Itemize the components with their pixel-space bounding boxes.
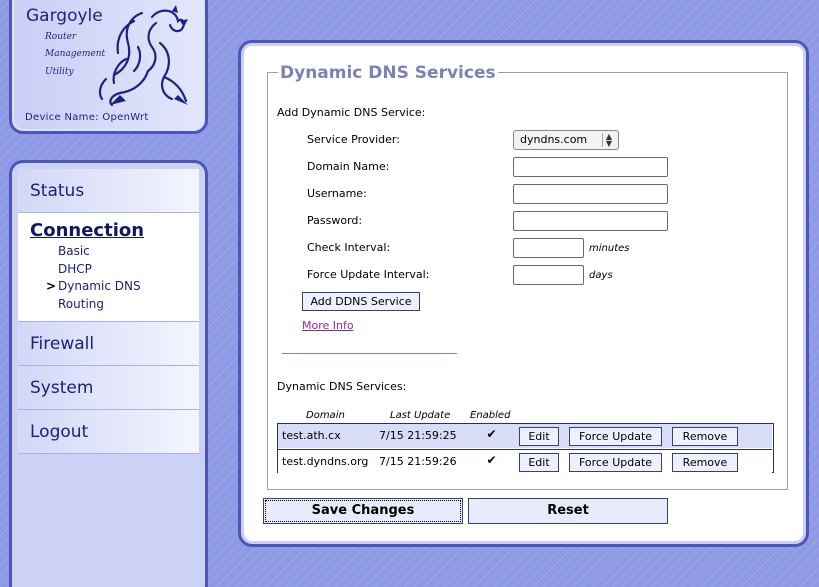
save-changes-button[interactable]: Save Changes bbox=[263, 498, 463, 524]
provider-select-value: dyndns.com bbox=[520, 133, 588, 146]
row-domain: test.ath.cx bbox=[282, 429, 341, 442]
nav-subitem-dynamic-dns[interactable]: Dynamic DNS bbox=[30, 278, 199, 296]
row-domain: test.dyndns.org bbox=[282, 455, 369, 468]
main-content-panel: Add Dynamic DNS Service: Service Provide… bbox=[238, 40, 809, 547]
more-info-link[interactable]: More Info bbox=[302, 319, 354, 332]
table-row: test.ath.cx 7/15 21:59:25 ✔ Edit Force U… bbox=[278, 424, 772, 448]
add-ddns-service-button[interactable]: Add DDNS Service bbox=[302, 292, 420, 311]
remove-button[interactable]: Remove bbox=[672, 427, 738, 446]
password-label: Password: bbox=[307, 214, 363, 227]
nav-subitem-basic[interactable]: Basic bbox=[30, 243, 199, 261]
force-interval-label: Force Update Interval: bbox=[307, 268, 430, 281]
nav-item-status[interactable]: Status bbox=[18, 169, 199, 213]
add-service-heading: Add Dynamic DNS Service: bbox=[277, 106, 426, 119]
force-update-button[interactable]: Force Update bbox=[569, 427, 662, 446]
force-update-button[interactable]: Force Update bbox=[569, 453, 662, 472]
force-interval-unit: days bbox=[589, 270, 613, 281]
ddns-services-table: test.ath.cx 7/15 21:59:25 ✔ Edit Force U… bbox=[277, 423, 774, 473]
nav-item-system[interactable]: System bbox=[18, 366, 199, 410]
enabled-checkbox[interactable]: ✔ bbox=[485, 428, 498, 441]
logo-subtitle-line: Utility bbox=[45, 67, 74, 77]
password-input[interactable] bbox=[513, 211, 668, 231]
reset-button[interactable]: Reset bbox=[468, 498, 668, 524]
row-last-update: 7/15 21:59:25 bbox=[379, 429, 457, 442]
domain-label: Domain Name: bbox=[307, 160, 390, 173]
provider-label: Service Provider: bbox=[307, 133, 400, 146]
edit-button[interactable]: Edit bbox=[519, 453, 559, 472]
select-arrows-icon: ▲ ▼ bbox=[602, 133, 615, 148]
nav-item-firewall[interactable]: Firewall bbox=[18, 322, 199, 366]
logo-subtitle-line: Router bbox=[45, 32, 77, 42]
nav-item-logout[interactable]: Logout bbox=[18, 410, 199, 454]
remove-button[interactable]: Remove bbox=[672, 453, 738, 472]
column-header-last-update: Last Update bbox=[390, 410, 451, 421]
nav-subitem-routing[interactable]: Routing bbox=[30, 296, 199, 314]
sidebar-nav: Status Connection Basic DHCP Dynamic DNS… bbox=[9, 160, 208, 587]
page-title: Dynamic DNS Services bbox=[278, 63, 498, 83]
check-interval-unit: minutes bbox=[589, 243, 630, 254]
provider-select[interactable]: dyndns.com ▲ ▼ bbox=[513, 130, 619, 150]
column-header-enabled: Enabled bbox=[470, 410, 511, 421]
section-divider bbox=[282, 353, 457, 354]
row-last-update: 7/15 21:59:26 bbox=[379, 455, 457, 468]
nav-section-connection: Connection Basic DHCP Dynamic DNS Routin… bbox=[18, 213, 199, 322]
username-input[interactable] bbox=[513, 184, 668, 204]
column-header-domain: Domain bbox=[306, 410, 345, 421]
device-name: Device Name: OpenWrt bbox=[25, 112, 149, 123]
check-interval-label: Check Interval: bbox=[307, 241, 391, 254]
nav-item-connection[interactable]: Connection bbox=[30, 219, 199, 243]
domain-name-input[interactable] bbox=[513, 157, 668, 177]
logo-panel: Gargoyle Router Management Utility Devic… bbox=[9, 0, 208, 134]
gargoyle-logo-icon bbox=[98, 5, 188, 107]
table-row: test.dyndns.org 7/15 21:59:26 ✔ Edit For… bbox=[278, 449, 772, 473]
services-list-heading: Dynamic DNS Services: bbox=[277, 380, 407, 393]
force-interval-input[interactable] bbox=[513, 265, 584, 285]
username-label: Username: bbox=[307, 187, 367, 200]
ddns-fieldset: Add Dynamic DNS Service: Service Provide… bbox=[267, 72, 788, 490]
nav-subitem-dhcp[interactable]: DHCP bbox=[30, 261, 199, 279]
check-interval-input[interactable] bbox=[513, 238, 584, 258]
edit-button[interactable]: Edit bbox=[519, 427, 559, 446]
enabled-checkbox[interactable]: ✔ bbox=[485, 454, 498, 467]
